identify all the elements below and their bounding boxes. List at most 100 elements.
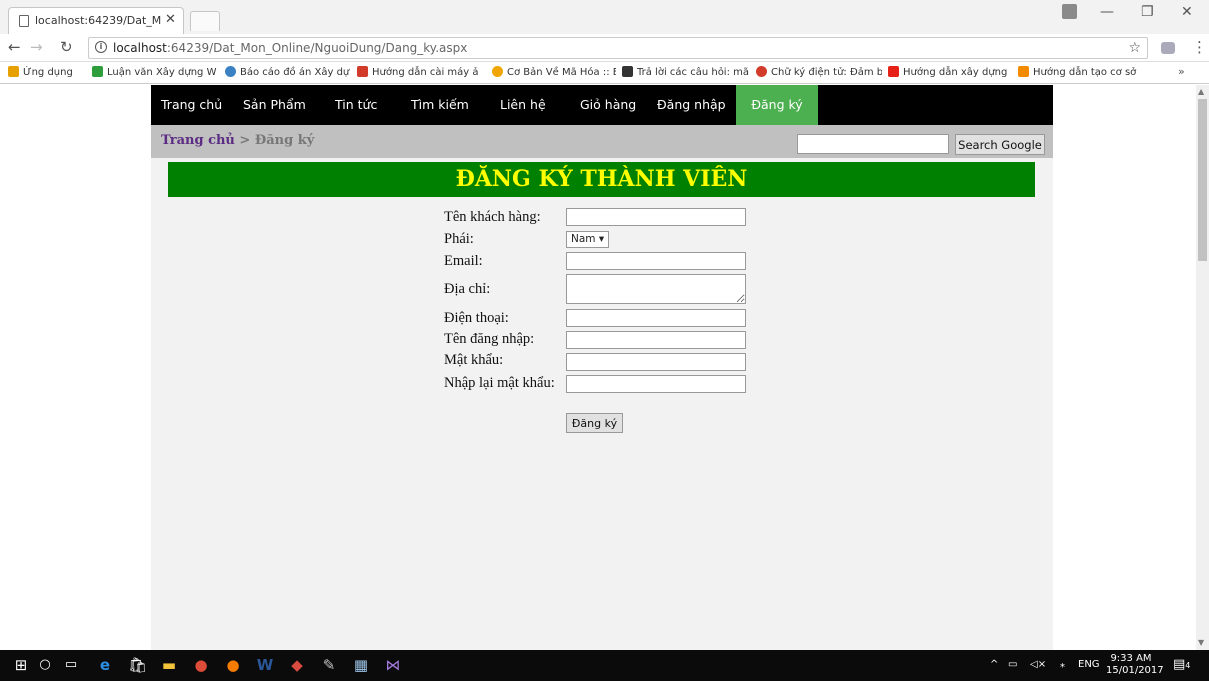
address-bar[interactable]: i localhost:64239/Dat_Mon_Online/NguoiDu… [88, 37, 1148, 59]
page-icon [19, 15, 29, 27]
search-google-button[interactable]: Search Google [955, 134, 1045, 155]
bookmarks-overflow-button[interactable]: » [1178, 65, 1185, 78]
top-navigation: Trang chủ Sản Phẩm Tin tức Tìm kiếm Liên… [151, 85, 1053, 125]
file-explorer-icon[interactable]: ▬ [160, 656, 178, 674]
search-input[interactable] [797, 134, 949, 154]
browser-tabstrip: localhost:64239/Dat_Mo ✕ — ❐ ✕ [0, 0, 1209, 34]
close-tab-icon[interactable]: ✕ [165, 12, 176, 27]
form-title: ĐĂNG KÝ THÀNH VIÊN [455, 166, 748, 192]
task-view-icon[interactable]: ▭ [62, 656, 80, 674]
nav-contact[interactable]: Liên hệ [500, 85, 546, 125]
scroll-down-icon[interactable]: ▼ [1198, 638, 1204, 647]
label-address: Địa chỉ: [444, 281, 491, 297]
nav-cart[interactable]: Giỏ hàng [580, 85, 636, 125]
language-indicator[interactable]: ENG [1078, 659, 1100, 670]
email-input[interactable] [566, 252, 746, 270]
chrome-icon[interactable]: ● [192, 656, 210, 674]
bookmark-favicon-icon [888, 66, 899, 77]
phone-input[interactable] [566, 309, 746, 327]
nav-register[interactable]: Đăng ký [736, 85, 818, 125]
dropdown-arrow-icon: ▾ [598, 233, 605, 245]
bookmark-favicon-icon [492, 66, 503, 77]
bookmark-item[interactable]: Hướng dẫn cài máy ả [357, 66, 485, 78]
page-viewport: Trang chủ Sản Phẩm Tin tức Tìm kiếm Liên… [0, 85, 1196, 650]
bookmark-favicon-icon [225, 66, 236, 77]
clock-date: 15/01/2017 [1106, 665, 1164, 676]
profile-icon[interactable] [1062, 4, 1077, 19]
bookmark-item[interactable]: Trả lời các câu hỏi: mã [622, 66, 750, 78]
bookmark-item[interactable]: Hướng dẫn tạo cơ sở [1018, 66, 1142, 78]
menu-icon[interactable]: ⋮ [1192, 38, 1207, 56]
back-icon[interactable]: ← [8, 38, 21, 56]
browser-tab[interactable]: localhost:64239/Dat_Mo ✕ [8, 7, 184, 34]
confirm-password-input[interactable] [566, 375, 746, 393]
network-app-icon[interactable]: ▦ [352, 656, 370, 674]
clock[interactable]: 9:33 AM 15/01/2017 [1106, 653, 1164, 677]
nav-products[interactable]: Sản Phẩm [243, 85, 306, 125]
nav-home[interactable]: Trang chủ [161, 85, 222, 125]
nav-news[interactable]: Tin tức [335, 85, 377, 125]
tray-network-icon[interactable]: ▭ [1008, 659, 1017, 670]
bookmark-item[interactable]: Hướng dẫn xây dựng [888, 66, 1012, 78]
new-tab-button[interactable] [190, 11, 220, 31]
username-input[interactable] [566, 331, 746, 349]
store-icon[interactable]: 🛍 [128, 656, 147, 674]
minimize-icon[interactable]: — [1100, 4, 1114, 20]
tool-icon[interactable]: ✎ [320, 656, 338, 674]
windows-start-icon[interactable]: ⊞ [12, 656, 30, 674]
visual-studio-icon[interactable]: ⋈ [384, 656, 402, 674]
edge-browser-icon[interactable]: e [96, 656, 114, 674]
bookmark-item[interactable]: Luận văn Xây dựng W [92, 66, 220, 78]
bookmark-item[interactable]: Chữ ký điện tử: Đảm b [756, 66, 882, 78]
label-gender: Phái: [444, 231, 474, 247]
restore-icon[interactable]: ❐ [1141, 4, 1154, 20]
page-margin-right [1053, 85, 1196, 650]
close-window-icon[interactable]: ✕ [1181, 4, 1193, 20]
gender-select[interactable]: Nam ▾ [566, 231, 610, 248]
label-customer-name: Tên khách hàng: [444, 209, 541, 225]
address-textarea[interactable] [566, 274, 746, 304]
bookmark-favicon-icon [756, 66, 767, 77]
git-icon[interactable]: ◆ [288, 656, 306, 674]
customer-name-input[interactable] [566, 208, 746, 226]
tray-chevron-icon[interactable]: ^ [990, 659, 998, 670]
url-text[interactable]: localhost:64239/Dat_Mon_Online/NguoiDung… [113, 41, 467, 55]
reload-icon[interactable]: ↻ [60, 38, 73, 56]
windows-taskbar: ⊞ ○ ▭ e 🛍 ▬ ● ● W ◆ ✎ ▦ ⋈ ^ ▭ ◁× ⁎ ENG 9… [0, 650, 1209, 681]
label-confirm-password: Nhập lại mật khẩu: [444, 375, 555, 391]
bookmark-star-icon[interactable]: ☆ [1128, 40, 1141, 56]
form-title-bar: ĐĂNG KÝ THÀNH VIÊN [168, 162, 1035, 197]
label-username: Tên đăng nhập: [444, 331, 535, 347]
bookmark-favicon-icon [1018, 66, 1029, 77]
nav-login[interactable]: Đăng nhập [657, 85, 726, 125]
nav-search[interactable]: Tìm kiếm [411, 85, 469, 125]
register-button[interactable]: Đăng ký [566, 413, 623, 433]
bookmark-favicon-icon [622, 66, 633, 77]
search-circle-icon[interactable]: ○ [36, 656, 54, 674]
toolbar: ← → ↻ i localhost:64239/Dat_Mon_Online/N… [0, 34, 1209, 62]
tray-wifi-icon[interactable]: ⁎ [1060, 659, 1065, 670]
word-icon[interactable]: W [256, 656, 274, 674]
bookmark-item[interactable]: Cơ Bản Về Mã Hóa :: E [492, 66, 616, 78]
scrollbar-thumb[interactable] [1198, 99, 1207, 261]
vertical-scrollbar[interactable]: ▲ ▼ [1196, 85, 1209, 650]
password-input[interactable] [566, 353, 746, 371]
tray-volume-icon[interactable]: ◁× [1030, 659, 1046, 670]
label-email: Email: [444, 253, 483, 269]
bookmark-item[interactable]: Báo cáo đồ án Xây dự [225, 66, 350, 78]
breadcrumb-separator: > [239, 133, 251, 148]
bookmark-apps[interactable]: Ứng dụng [8, 66, 88, 78]
notification-icon[interactable]: ▤4 [1173, 657, 1190, 672]
breadcrumb-current: Đăng ký [254, 133, 315, 148]
extension-icon[interactable] [1161, 42, 1175, 54]
forward-icon[interactable]: → [30, 38, 43, 56]
breadcrumb-home[interactable]: Trang chủ [161, 133, 235, 148]
info-icon[interactable]: i [95, 41, 107, 53]
bookmark-favicon-icon [357, 66, 368, 77]
page-container: Trang chủ Sản Phẩm Tin tức Tìm kiếm Liên… [151, 85, 1053, 650]
scroll-up-icon[interactable]: ▲ [1198, 87, 1204, 96]
firefox-icon[interactable]: ● [224, 656, 242, 674]
apps-icon [8, 66, 19, 77]
bookmark-favicon-icon [92, 66, 103, 77]
breadcrumb: Trang chủ > Đăng ký [161, 133, 314, 148]
